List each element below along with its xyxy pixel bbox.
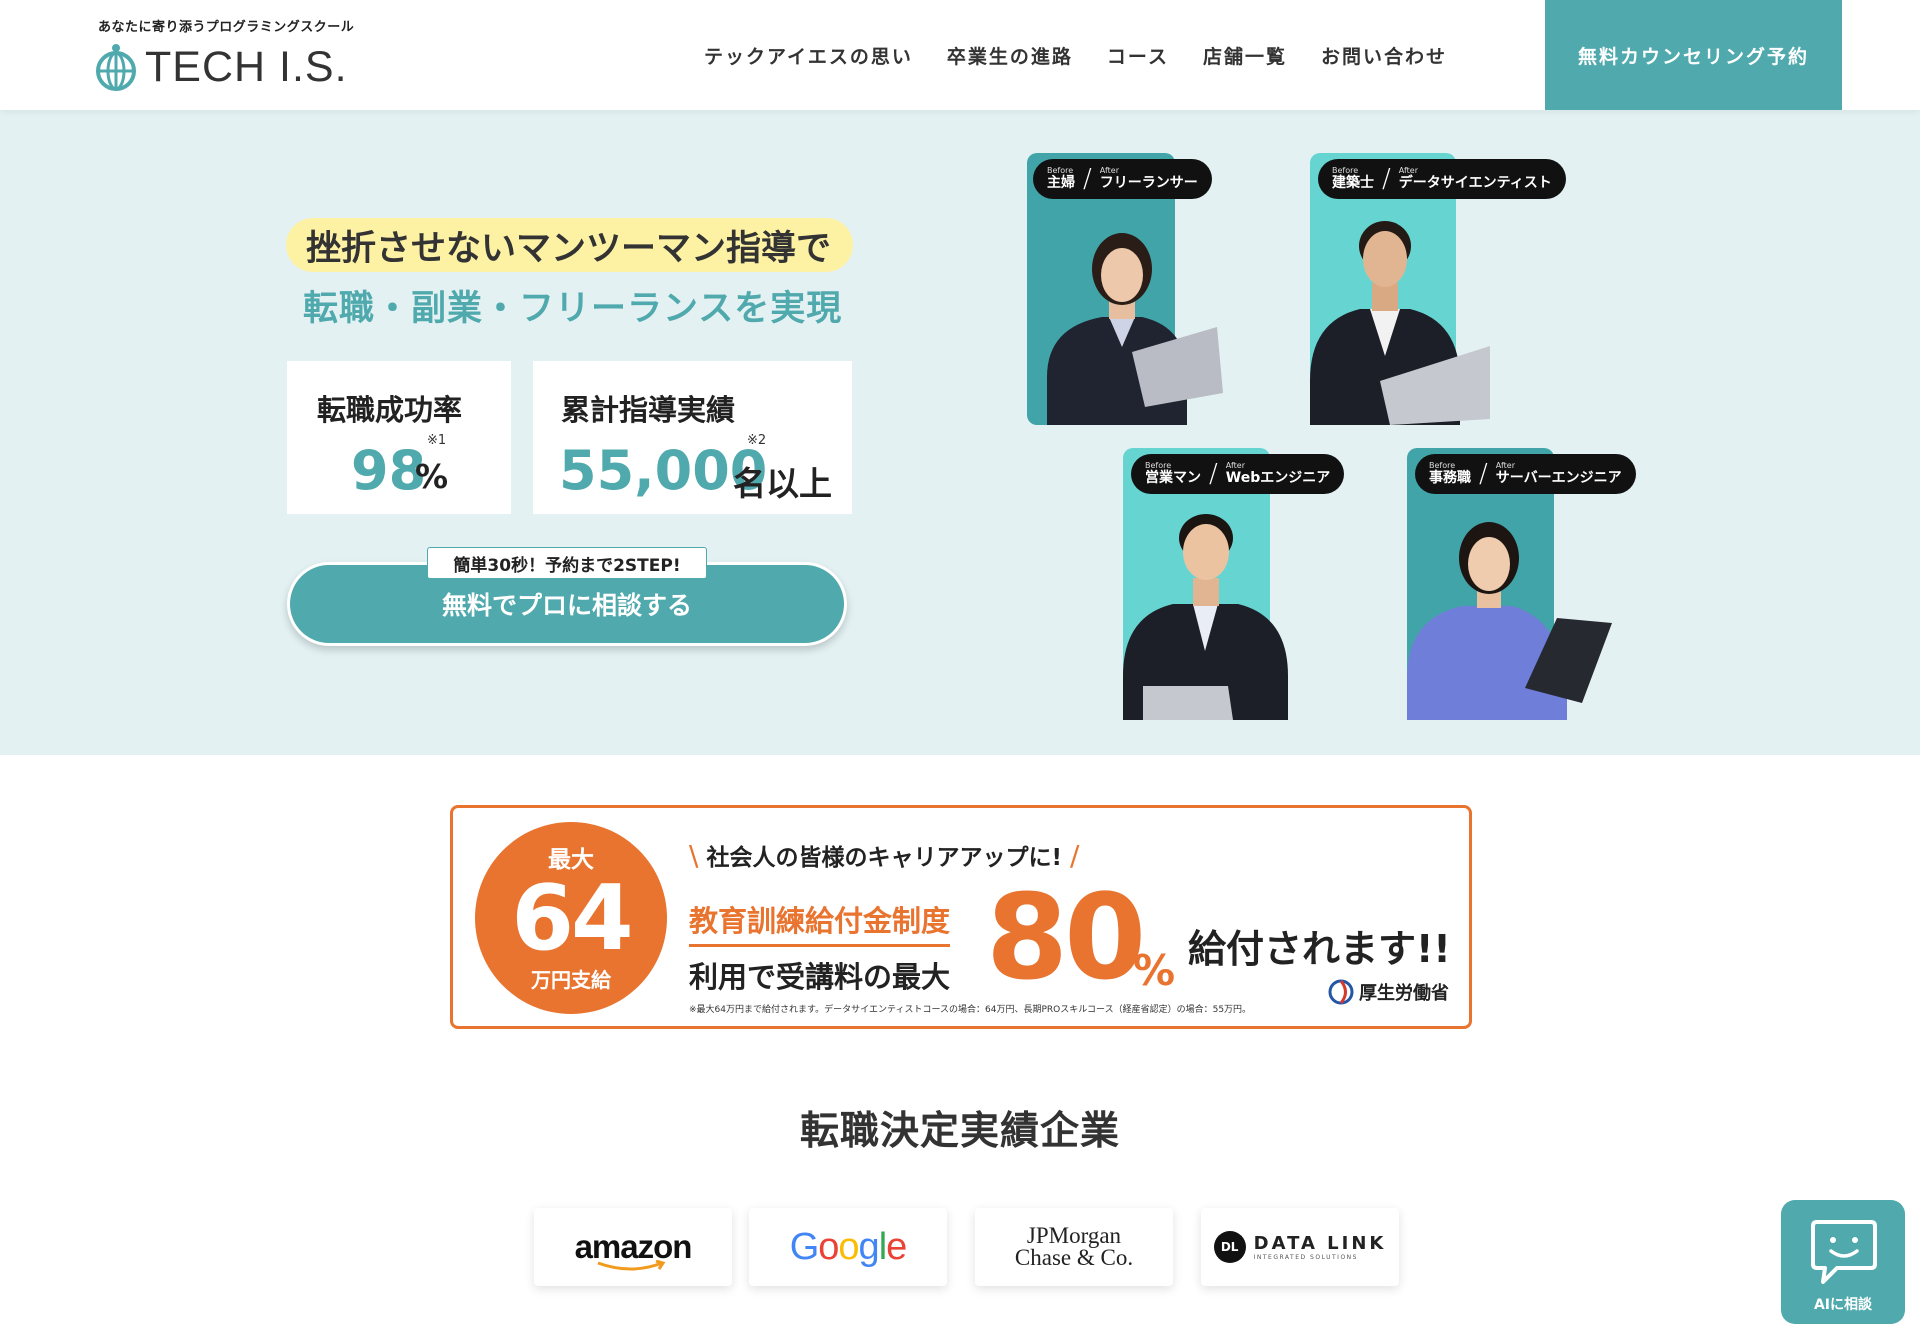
hero-headline-primary: 挫折させないマンツーマン指導で <box>286 218 854 272</box>
before-role: 建築士 <box>1332 174 1374 191</box>
slash-divider: / <box>1479 459 1488 489</box>
career-change-label: Before 建築士 / After データサイエンティスト <box>1318 159 1566 199</box>
site-header: あなたに寄り添うプログラミングスクール TECH I.S. テックアイエスの思い… <box>0 0 1920 110</box>
logo-text: TECH I.S. <box>145 42 348 91</box>
stat-card-success-rate: 転職成功率 ※1 98 % <box>287 361 511 514</box>
chat-bubble-icon <box>1811 1220 1877 1284</box>
ministry-emblem-icon <box>1328 979 1354 1005</box>
graduate-card-data-scientist: Before 建築士 / After データサイエンティスト <box>1310 153 1566 425</box>
jpm-line-2: Chase & Co. <box>1014 1245 1134 1270</box>
nav-item-contact[interactable]: お問い合わせ <box>1321 42 1447 69</box>
company-logo-jpmorgan: JPMorgan Chase & Co. <box>975 1208 1173 1286</box>
ai-chat-label: AIに相談 <box>1813 1297 1873 1313</box>
benefit-paid-text: 給付されます!! <box>1188 927 1451 971</box>
jpmorgan-wordmark: JPMorgan Chase & Co. <box>1014 1223 1134 1270</box>
datalink-wordmark: DL DATA LINK INTEGRATED SOLUTIONS <box>1213 1231 1387 1263</box>
stat-card-total-students: 累計指導実績 ※2 55,000 名以上 <box>533 361 852 514</box>
benefit-system-name: 教育訓練給付金制度 <box>689 898 951 947</box>
slash-divider: / <box>1382 164 1391 194</box>
nav-item-courses[interactable]: コース <box>1107 42 1169 69</box>
company-logo-amazon: amazon <box>534 1208 732 1286</box>
max-amount-badge: 最大 64 万円支給 <box>475 822 667 1014</box>
stat-label: 累計指導実績 <box>561 393 736 427</box>
banner-subtitle: \ 社会人の皆様のキャリアアップに! / <box>689 838 1079 872</box>
after-role: Webエンジニア <box>1225 469 1331 486</box>
person-photo <box>1123 514 1288 720</box>
amazon-smile-icon <box>597 1260 666 1271</box>
company-logo-datalink: DL DATA LINK INTEGRATED SOLUTIONS <box>1201 1208 1399 1286</box>
stat-unit: 名以上 <box>733 464 832 503</box>
company-logo-google: Google <box>749 1208 947 1286</box>
companies-section-title: 転職決定実績企業 <box>799 1109 1120 1154</box>
slash-divider: / <box>1083 164 1092 194</box>
before-role: 営業マン <box>1145 469 1201 486</box>
career-change-label: Before 主婦 / After フリーランサー <box>1033 159 1212 199</box>
stat-footnote: ※1 <box>427 433 447 448</box>
person-photo <box>1407 522 1612 720</box>
hero-section: 挫折させないマンツーマン指導で 転職・副業・フリーランスを実現 転職成功率 ※1… <box>0 110 1920 755</box>
nav-item-philosophy[interactable]: テックアイエスの思い <box>704 42 913 69</box>
jpm-line-1: JPMorgan <box>1026 1223 1122 1248</box>
graduate-card-freelancer: Before 主婦 / After フリーランサー <box>1027 153 1223 425</box>
counseling-booking-button[interactable]: 無料カウンセリング予約 <box>1545 0 1842 110</box>
career-change-label: Before 営業マン / After Webエンジニア <box>1131 454 1345 494</box>
nav-item-graduates[interactable]: 卒業生の進路 <box>947 42 1073 69</box>
graduate-card-server-engineer: Before 事務職 / After サーバーエンジニア <box>1407 448 1636 720</box>
cta-callout-bubble: 簡単30秒！予約まで2STEP! <box>427 547 707 579</box>
main-nav: テックアイエスの思い 卒業生の進路 コース 店舗一覧 お問い合わせ <box>704 0 1481 110</box>
ministry-logo: 厚生労働省 <box>1328 978 1449 1006</box>
nav-item-stores[interactable]: 店舗一覧 <box>1203 42 1287 69</box>
slash-divider: / <box>1209 459 1218 489</box>
after-role: データサイエンティスト <box>1398 174 1552 191</box>
globe-logo-icon <box>96 44 136 91</box>
site-tagline: あなたに寄り添うプログラミングスクール <box>98 20 355 35</box>
before-role: 主婦 <box>1047 174 1075 191</box>
career-change-label: Before 事務職 / After サーバーエンジニア <box>1415 454 1636 494</box>
datalink-main-text: DATA LINK <box>1253 1233 1387 1254</box>
ai-chat-button[interactable]: AIに相談 <box>1781 1200 1905 1324</box>
hero-cta: 簡単30秒！予約まで2STEP! 無料でプロに相談する <box>287 547 847 647</box>
google-wordmark: Google <box>789 1225 908 1268</box>
stat-label: 転職成功率 <box>317 393 463 427</box>
after-role: フリーランサー <box>1099 174 1198 191</box>
slash-deco-left: \ <box>689 839 699 872</box>
badge-number: 64 <box>511 866 633 971</box>
person-photo <box>1047 233 1223 425</box>
hero-headline-secondary: 転職・副業・フリーランスを実現 <box>303 289 843 329</box>
before-role: 事務職 <box>1429 469 1471 486</box>
datalink-mark-icon: DL <box>1213 1231 1246 1263</box>
percent-sign: % <box>1133 946 1176 995</box>
subsidy-banner[interactable]: 最大 64 万円支給 \ 社会人の皆様のキャリアアップに! / 教育訓練給付金制… <box>450 805 1472 1029</box>
ministry-name: 厚生労働省 <box>1359 983 1449 1004</box>
after-role: サーバーエンジニア <box>1495 469 1622 486</box>
graduate-card-web-engineer: Before 営業マン / After Webエンジニア <box>1123 448 1345 720</box>
benefit-use-line: 利用で受講料の最大 <box>689 960 951 994</box>
stat-unit: % <box>415 457 449 496</box>
benefit-footnote: ※最大64万円まで給付されます。データサイエンティストコースの場合：64万円、長… <box>689 1005 1252 1015</box>
person-photo <box>1310 221 1490 425</box>
site-logo[interactable]: TECH I.S. <box>95 42 348 92</box>
benefit-percentage: 80 <box>986 868 1146 1006</box>
datalink-sub-text: INTEGRATED SOLUTIONS <box>1253 1254 1358 1261</box>
badge-suffix: 万円支給 <box>531 968 611 992</box>
